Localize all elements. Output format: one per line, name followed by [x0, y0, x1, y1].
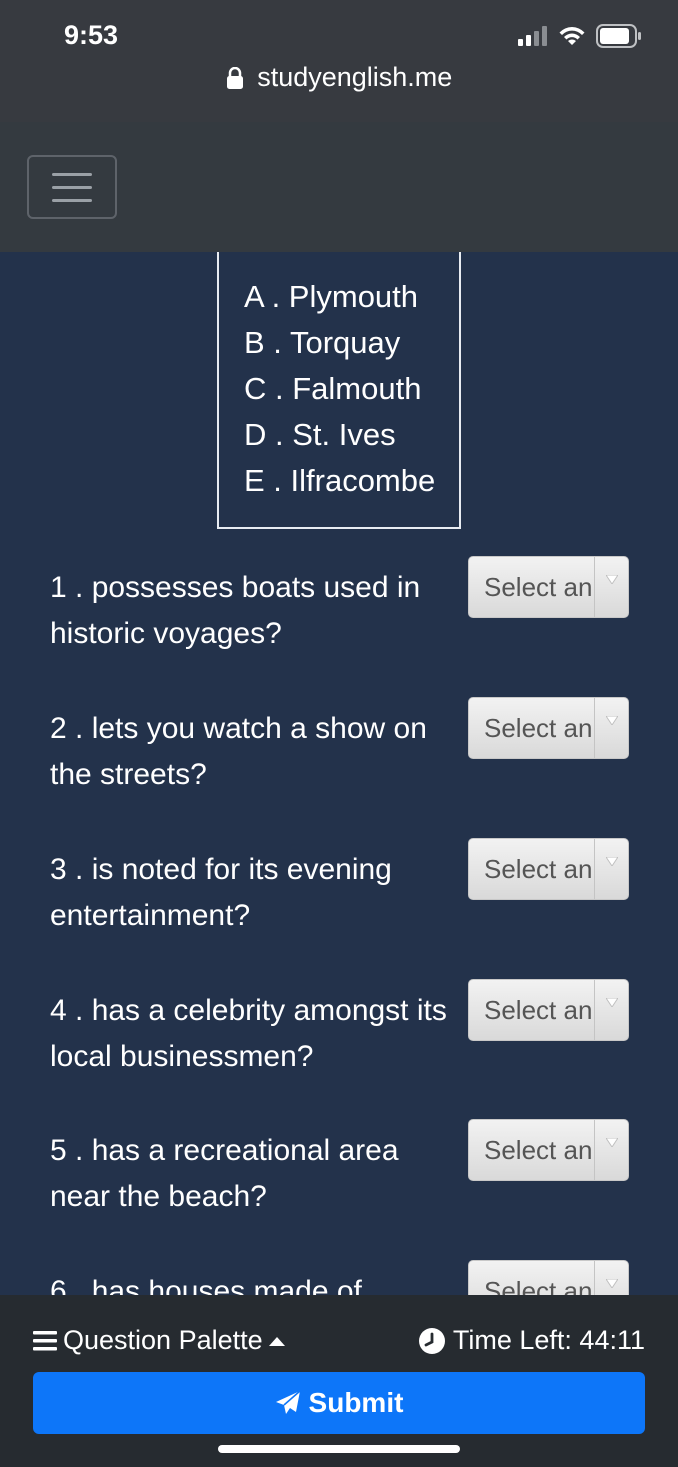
question-3-select[interactable]: Select an [468, 838, 629, 900]
option-d: D . St. Ives [244, 417, 396, 452]
clock-icon [418, 1327, 445, 1354]
time-left: Time Left: 44:11 [418, 1325, 645, 1356]
time-left-label: Time Left: 44:11 [452, 1325, 645, 1355]
option-e: E . Ilfracombe [244, 463, 436, 498]
question-2-text: 2 . lets you watch a show on the streets… [50, 712, 427, 791]
question-5-text: 5 . has a recreational area near the bea… [50, 1134, 399, 1213]
bottom-action-bar: Question Palette Time Left: 44:11 Submit [0, 1295, 678, 1467]
option-b: B . Torquay [244, 325, 401, 360]
question-area: A . Plymouth B . Torquay C . Falmouth D … [0, 0, 678, 1295]
question-palette-label: Question Palette [63, 1325, 263, 1355]
dropdown-arrow-icon [594, 839, 628, 899]
home-indicator[interactable] [218, 1445, 460, 1453]
question-5-select[interactable]: Select an [468, 1119, 629, 1181]
option-a: A . Plymouth [244, 279, 419, 314]
dropdown-arrow-icon [594, 557, 628, 617]
question-6-select[interactable]: Select an [468, 1260, 629, 1295]
question-4-select[interactable]: Select an [468, 979, 629, 1041]
question-3-text: 3 . is noted for its evening entertainme… [50, 853, 392, 932]
list-icon [33, 1330, 57, 1350]
options-box: A . Plymouth B . Torquay C . Falmouth D … [217, 252, 461, 529]
dropdown-arrow-icon [594, 1261, 628, 1295]
submit-label: Submit [308, 1387, 404, 1418]
question-palette-toggle[interactable]: Question Palette [33, 1325, 285, 1356]
dropdown-arrow-icon [594, 698, 628, 758]
dropdown-arrow-icon [594, 980, 628, 1040]
question-1-text: 1 . possesses boats used in historic voy… [50, 571, 421, 650]
caret-up-icon [268, 1336, 285, 1346]
paper-plane-icon [275, 1390, 301, 1414]
option-c: C . Falmouth [244, 371, 422, 406]
question-1-select[interactable]: Select an [468, 556, 629, 618]
question-6-text: 6 . has houses made of [50, 1275, 362, 1295]
dropdown-arrow-icon [594, 1120, 628, 1180]
question-2-select[interactable]: Select an [468, 697, 629, 759]
question-4-text: 4 . has a celebrity amongst its local bu… [50, 994, 447, 1073]
submit-button[interactable]: Submit [33, 1372, 645, 1434]
